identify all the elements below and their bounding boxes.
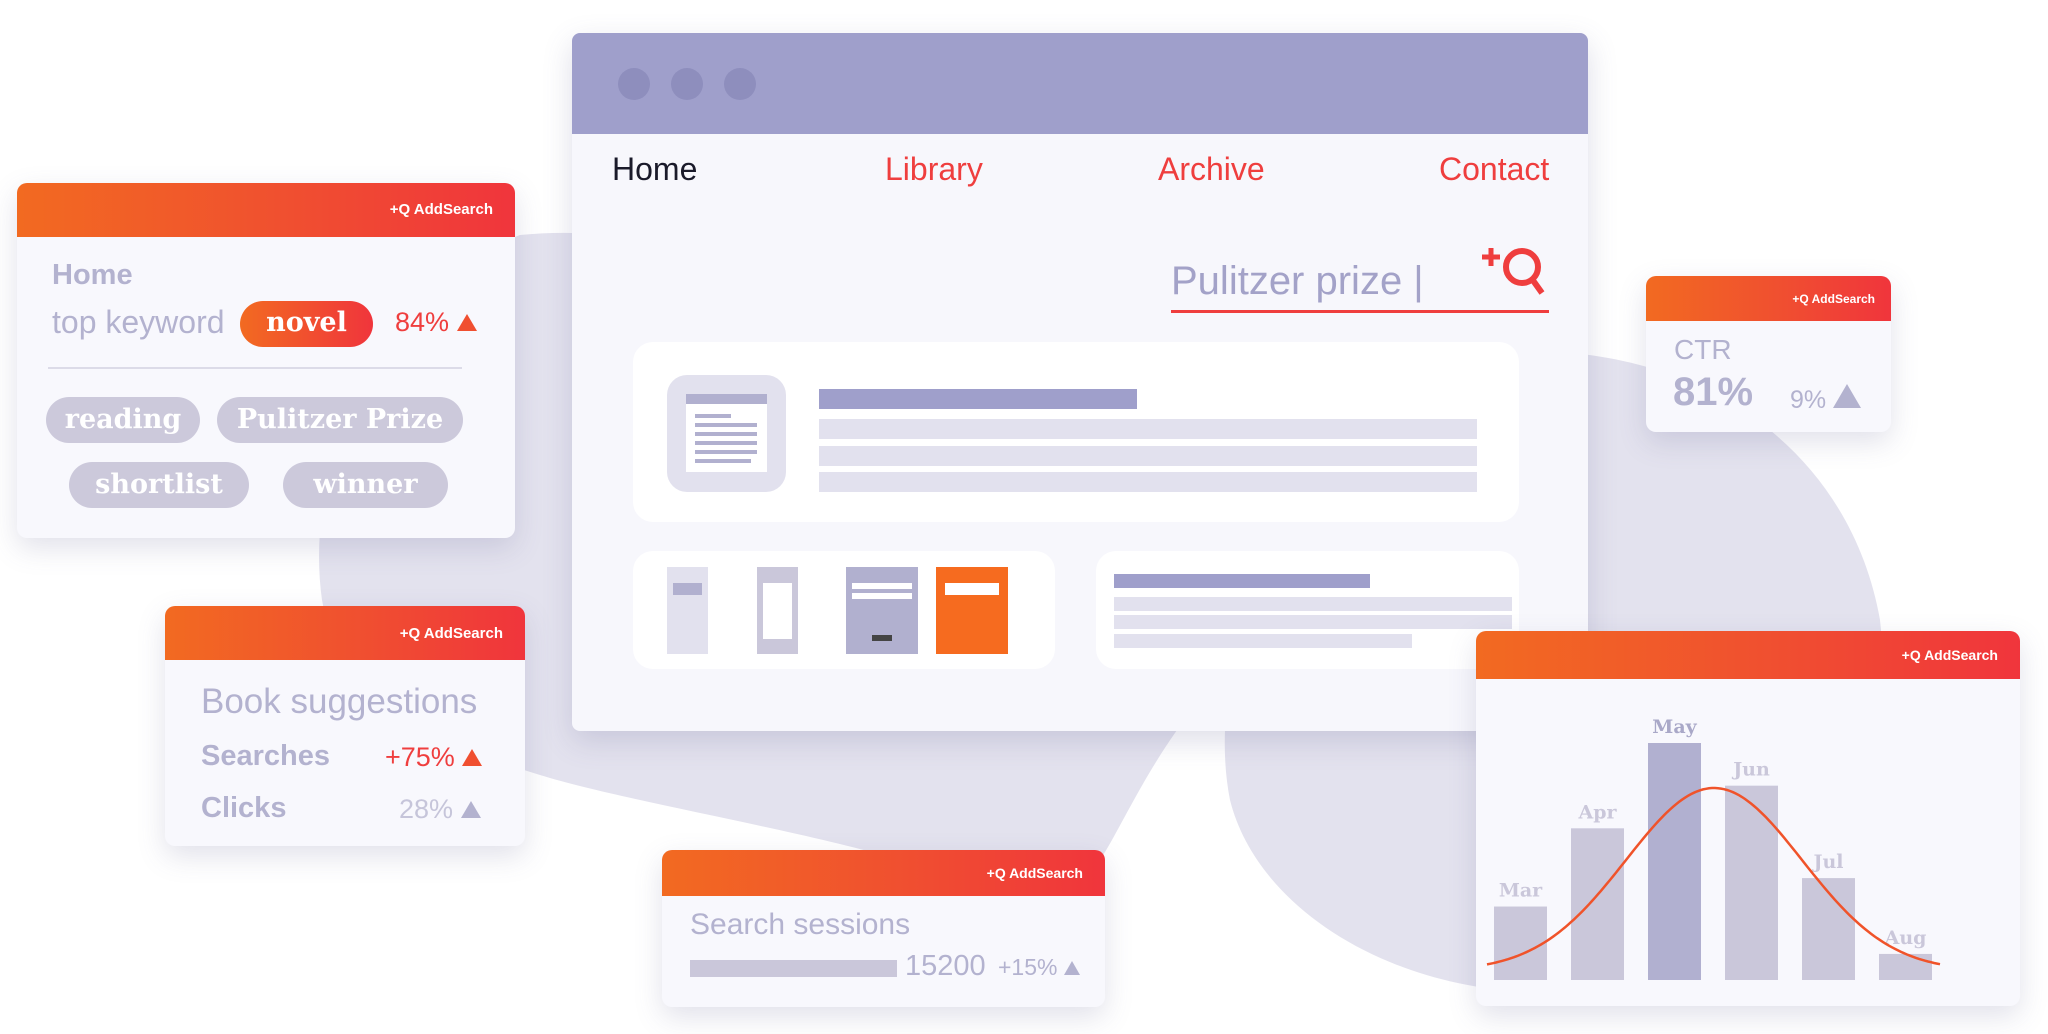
divider (48, 367, 462, 369)
addsearch-logo: +Q AddSearch (986, 865, 1083, 881)
widget-title: Home (52, 259, 133, 291)
nav-library[interactable]: Library (885, 151, 983, 188)
book-suggestions-widget: +Q AddSearch Book suggestions Searches +… (165, 606, 525, 846)
bar-mar (1494, 906, 1547, 980)
document-thumbnail-icon (667, 375, 786, 492)
clicks-label: Clicks (201, 792, 287, 824)
sessions-value: 15200 (905, 950, 986, 982)
book-cover-highlighted[interactable] (936, 567, 1008, 654)
keyword-tag[interactable]: Pulitzer Prize (217, 397, 463, 443)
keyword-tag[interactable]: shortlist (69, 462, 249, 508)
ctr-value: 81% (1673, 370, 1754, 414)
trend-curve (1486, 786, 1941, 966)
widget-title: Search sessions (690, 908, 911, 941)
clicks-value: 28% (399, 794, 481, 825)
keyword-tag[interactable]: reading (46, 397, 200, 443)
keyword-widget: +Q AddSearch Home top keyword novel 84% … (17, 183, 515, 538)
result-title-placeholder (819, 389, 1137, 409)
window-dot-close[interactable] (618, 68, 650, 100)
search-result-card-small[interactable] (1096, 551, 1519, 669)
nav-archive[interactable]: Archive (1158, 151, 1265, 188)
ctr-change-value: 9% (1790, 386, 1827, 414)
bar-may (1648, 743, 1701, 980)
searches-label: Searches (201, 740, 330, 772)
trend-up-icon (1833, 384, 1862, 408)
searches-value: +75% (385, 742, 483, 773)
trend-up-icon (460, 801, 481, 818)
bar-label: Jun (1731, 759, 1770, 781)
ctr-widget: +Q AddSearch CTR 81% 9% (1646, 276, 1891, 432)
bar-aug (1879, 953, 1932, 980)
bar-apr (1571, 828, 1624, 980)
book-cover[interactable] (757, 567, 798, 654)
monthly-chart-widget: +Q AddSearch Mar Apr May Jun Jul Aug (1476, 631, 2020, 1006)
addsearch-logo: +Q AddSearch (389, 201, 493, 218)
trend-up-icon (462, 749, 483, 766)
ctr-change: 9% (1790, 384, 1862, 415)
keyword-tag[interactable]: winner (283, 462, 448, 508)
browser-window: Home Library Archive Contact Pulitzer pr… (572, 33, 1588, 731)
book-covers-card[interactable] (633, 551, 1055, 669)
result-line-placeholder (819, 446, 1477, 466)
widget-title: Book suggestions (201, 682, 478, 721)
window-dot-minimize[interactable] (671, 68, 703, 100)
addsearch-logo: +Q AddSearch (399, 625, 503, 642)
book-cover[interactable] (846, 567, 918, 654)
top-keyword-label: top keyword (52, 304, 225, 340)
bar-label: Mar (1499, 880, 1543, 902)
window-dot-maximize[interactable] (724, 68, 756, 100)
top-keyword-badge[interactable]: novel (240, 301, 373, 347)
monthly-bar-chart: MarAprMayJunJulAug (1486, 716, 1941, 980)
nav-contact[interactable]: Contact (1439, 151, 1549, 188)
ctr-label: CTR (1674, 334, 1732, 365)
result-line-placeholder (819, 472, 1477, 492)
sessions-change-value: +15% (998, 954, 1058, 980)
bar-label: Jul (1811, 851, 1843, 873)
bar-jun (1725, 785, 1778, 980)
sessions-bar (690, 960, 897, 977)
search-result-card[interactable] (633, 342, 1519, 522)
nav-home[interactable]: Home (612, 151, 697, 188)
search-input-value: Pulitzer prize | (1171, 259, 1424, 303)
addsearch-logo: +Q AddSearch (1792, 292, 1875, 306)
search-sessions-widget: +Q AddSearch Search sessions 15200 +15% (662, 850, 1105, 1007)
addsearch-search-icon[interactable] (1478, 241, 1548, 303)
result-line-placeholder (819, 419, 1477, 439)
trend-up-icon (456, 314, 477, 331)
book-cover[interactable] (667, 567, 708, 654)
searches-change: +75% (385, 742, 455, 772)
bar-label: May (1652, 716, 1697, 738)
keyword-percent: 84% (395, 307, 477, 338)
sessions-change: +15% (998, 954, 1080, 981)
bar-label: Apr (1577, 801, 1617, 823)
title-bar (572, 33, 1588, 134)
keyword-percent-value: 84% (395, 307, 450, 337)
clicks-change: 28% (399, 794, 454, 824)
trend-up-icon (1063, 961, 1080, 975)
